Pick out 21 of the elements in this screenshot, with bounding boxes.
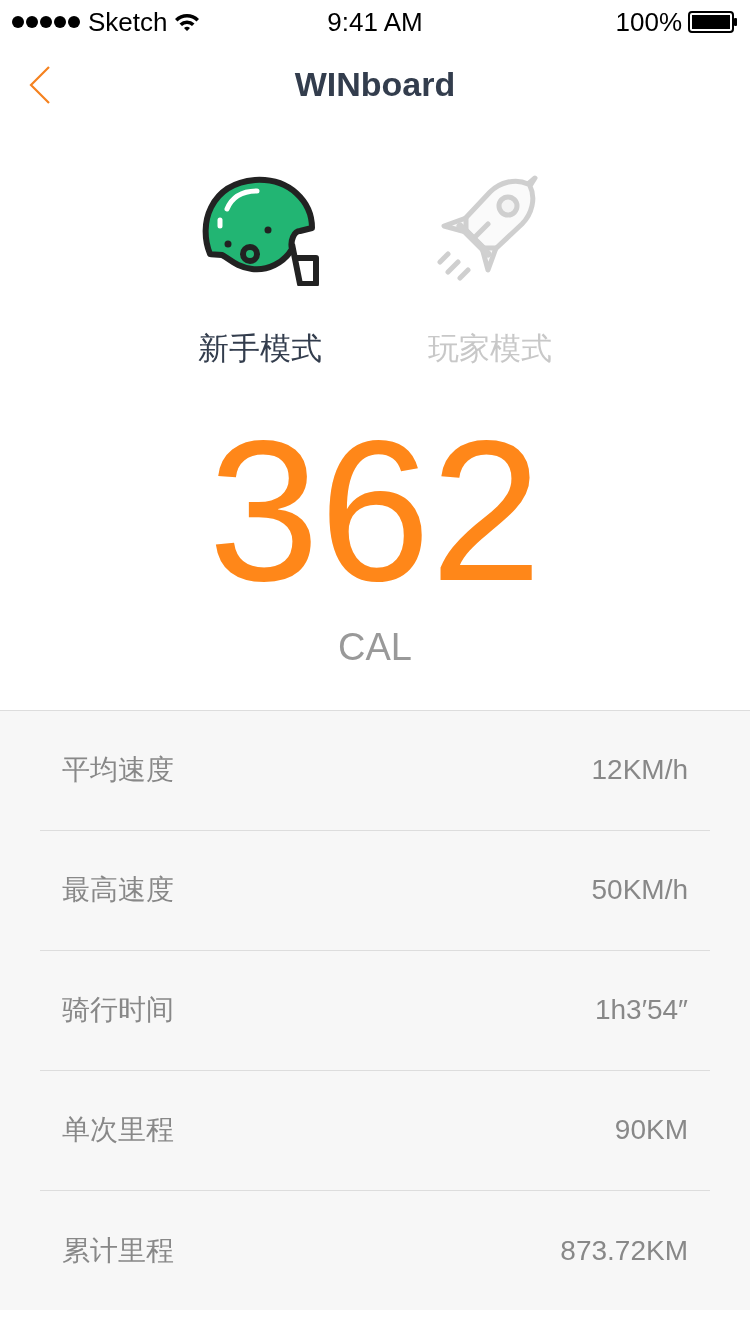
calorie-value: 362 — [208, 410, 542, 611]
stat-value: 1h3′54″ — [594, 993, 688, 1027]
stat-value: 873.72KM — [560, 1233, 688, 1268]
carrier-name: Sketch — [88, 5, 168, 39]
calorie-unit: CAL — [338, 624, 412, 670]
signal-icon — [12, 15, 82, 29]
battery-icon — [688, 11, 738, 33]
clock-time: 9:41 AM — [327, 5, 423, 39]
page-title: WINboard — [294, 63, 456, 105]
stat-value: 12KM/h — [591, 753, 688, 787]
stat-label: 平均速度 — [62, 753, 174, 787]
stat-label: 单次里程 — [62, 1113, 174, 1147]
wifi-icon — [173, 12, 200, 32]
battery-percent: 100% — [615, 5, 682, 39]
stat-label: 最高速度 — [62, 873, 174, 907]
stat-value: 50KM/h — [591, 873, 688, 907]
stat-value: 90KM — [614, 1113, 688, 1147]
mode-tab[interactable]: 新手模式 — [190, 174, 330, 373]
stat-label: 累计里程 — [62, 1233, 174, 1268]
stat-label: 骑行时间 — [62, 993, 174, 1027]
helmet-icon — [200, 174, 320, 286]
